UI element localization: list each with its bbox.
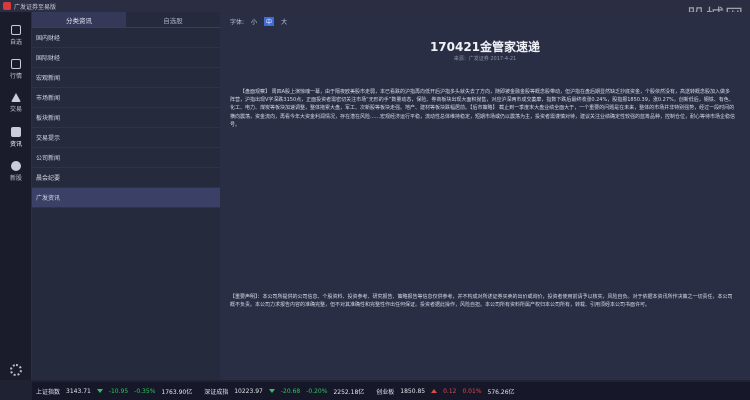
category-item[interactable]: 晨会纪要 bbox=[32, 168, 220, 188]
font-size-small-button[interactable]: 小 bbox=[249, 17, 259, 26]
sidebar-item-news[interactable]: 资讯 bbox=[0, 120, 32, 154]
category-item[interactable]: 国内财经 bbox=[32, 28, 220, 48]
sidebar-item-ipo[interactable]: 新股 bbox=[0, 154, 32, 188]
category-item[interactable]: 交易提示 bbox=[32, 128, 220, 148]
article-body: 【盘面观察】 周四A股上演惊魂一幕，由于隔夜欧美股市走弱，本已看跌的沪指再向低开… bbox=[230, 89, 736, 128]
index-ticker: 上证指数 3143.71 -10.95 -0.35% 1763.90亿 深证成指… bbox=[32, 382, 750, 400]
category-item[interactable]: 宏观新闻 bbox=[32, 68, 220, 88]
category-item[interactable]: 板块新闻 bbox=[32, 108, 220, 128]
chart-icon bbox=[11, 58, 21, 69]
settings-gear-icon[interactable] bbox=[10, 364, 22, 376]
index-volume: 2252.18亿 bbox=[333, 388, 365, 396]
font-size-label: 字体: bbox=[230, 19, 245, 26]
category-tabs: 分类资讯 自选股 bbox=[32, 12, 220, 28]
sidebar-item-label: 新股 bbox=[9, 174, 22, 182]
category-item[interactable]: 市场新闻 bbox=[32, 88, 220, 108]
star-icon bbox=[11, 24, 21, 35]
article-panel: 字体: 小 中 大 170421金管家速递 来源：广发证券 2017-4-21 … bbox=[220, 12, 750, 380]
sidebar-item-label: 资讯 bbox=[9, 140, 22, 148]
article-disclaimer: 【重要声明】：本公司所提供的公司信息、个股资料、投资参考、研究报告、策略报告等信… bbox=[230, 294, 733, 308]
index-change: -20.68 bbox=[280, 387, 301, 395]
arrow-up-icon bbox=[431, 389, 438, 393]
category-panel: 分类资讯 自选股 国内财经 国际财经 宏观新闻 市场新闻 板块新闻 交易提示 公… bbox=[32, 12, 220, 380]
arrow-down-icon bbox=[268, 389, 275, 393]
font-size-bar: 字体: 小 中 大 bbox=[230, 17, 289, 26]
trade-icon bbox=[11, 93, 21, 102]
ipo-icon bbox=[11, 160, 21, 171]
tab-category-news[interactable]: 分类资讯 bbox=[32, 12, 126, 27]
index-change: -10.95 bbox=[108, 387, 129, 395]
sidebar-item-market[interactable]: 行情 bbox=[0, 52, 32, 86]
index-percent: -0.20% bbox=[306, 387, 328, 395]
category-item[interactable]: 广发资讯 bbox=[32, 188, 220, 208]
index-name[interactable]: 创业板 bbox=[376, 387, 394, 396]
arrow-down-icon bbox=[96, 389, 103, 393]
sidebar-item-label: 交易 bbox=[9, 106, 22, 113]
index-volume: 576.26亿 bbox=[487, 388, 515, 396]
font-size-medium-button[interactable]: 中 bbox=[264, 17, 275, 26]
sidebar-item-trade[interactable]: 交易 bbox=[0, 86, 32, 120]
sidebar-item-label: 行情 bbox=[9, 72, 22, 80]
index-change: 0.12 bbox=[443, 387, 457, 395]
index-percent: 0.01% bbox=[462, 387, 482, 395]
font-size-large-button[interactable]: 大 bbox=[279, 17, 289, 26]
category-item[interactable]: 公司新闻 bbox=[32, 148, 220, 168]
left-sidebar: 自选 行情 交易 资讯 新股 bbox=[0, 12, 32, 380]
window-title: 广发证券至易版 bbox=[14, 3, 57, 11]
index-value: 1850.85 bbox=[400, 387, 426, 395]
index-value: 3143.71 bbox=[66, 387, 91, 395]
index-percent: -0.35% bbox=[134, 387, 156, 395]
index-value: 10223.97 bbox=[234, 387, 263, 395]
category-item[interactable]: 国际财经 bbox=[32, 48, 220, 68]
sidebar-item-label: 自选 bbox=[9, 38, 22, 46]
title-bar: 广发证券至易版 股城网 bbox=[0, 0, 750, 27]
sidebar-item-watchlist[interactable]: 自选 bbox=[0, 18, 32, 52]
article-meta: 来源：广发证券 2017-4-21 bbox=[453, 56, 517, 62]
article-title: 170421金管家速递 bbox=[429, 40, 541, 54]
index-name[interactable]: 上证指数 bbox=[36, 387, 60, 396]
news-icon bbox=[11, 126, 21, 137]
app-logo-icon bbox=[3, 2, 11, 10]
index-volume: 1763.90亿 bbox=[161, 388, 193, 396]
index-name[interactable]: 深证成指 bbox=[204, 387, 228, 396]
tab-watchlist-news[interactable]: 自选股 bbox=[126, 12, 220, 27]
